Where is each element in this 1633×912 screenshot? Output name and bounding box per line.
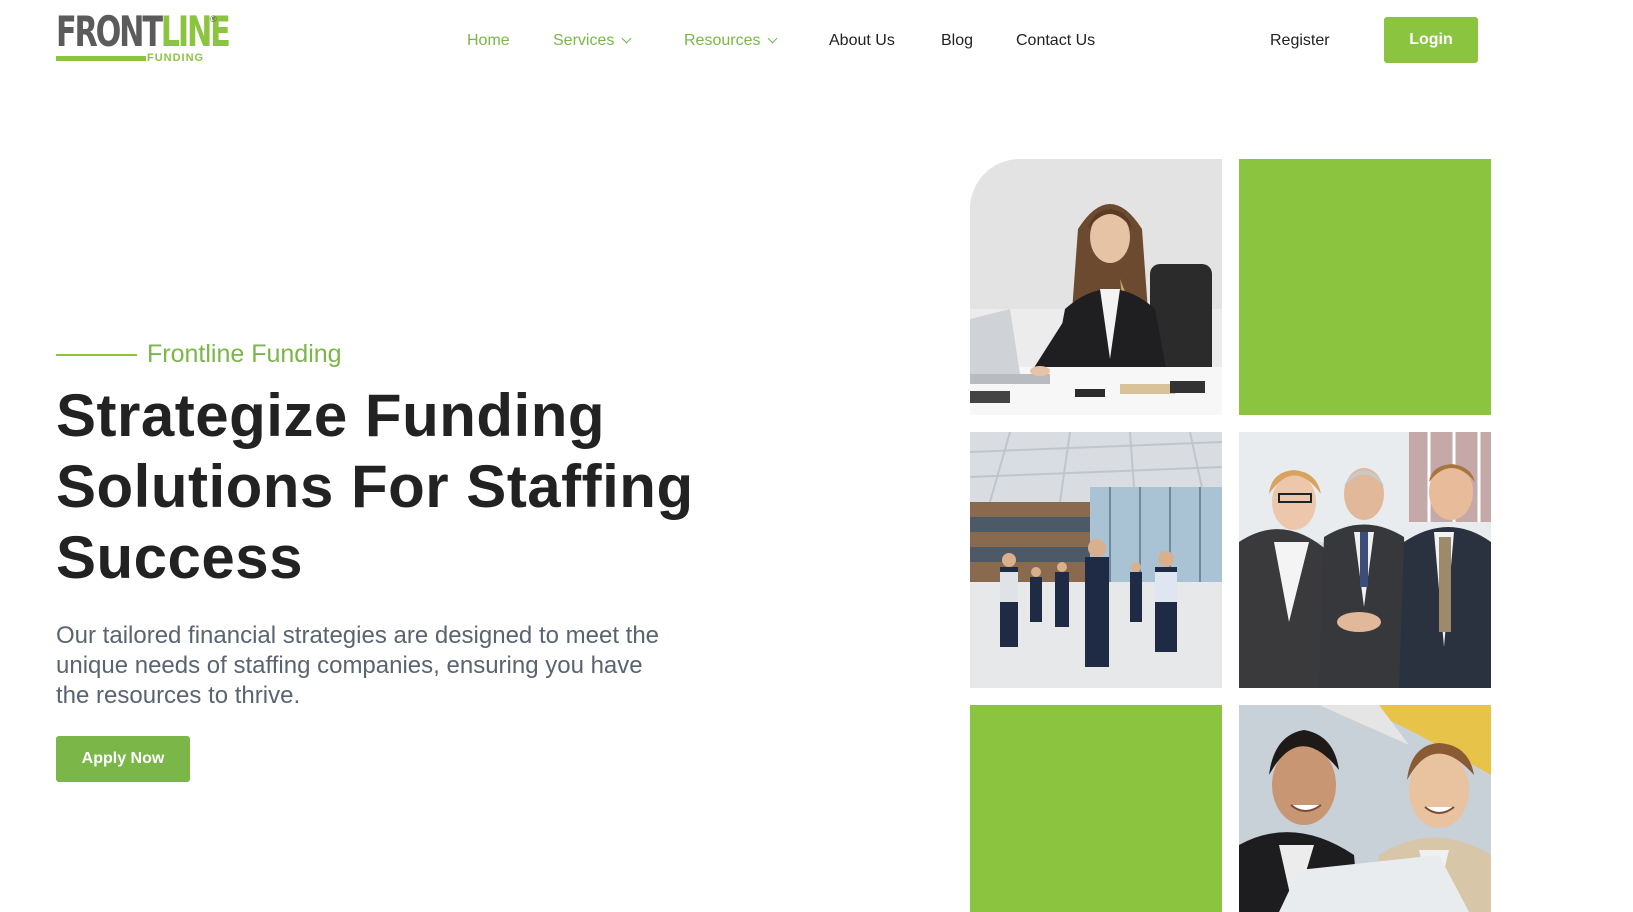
- business-handshake-photo: [1239, 432, 1491, 688]
- businesswoman-at-desk-photo: [970, 159, 1222, 415]
- logo-wordmark: FRONTLINE: [56, 7, 231, 56]
- hero-description: Our tailored financial strategies are de…: [56, 621, 736, 711]
- headline-line: Strategize Funding: [56, 382, 605, 449]
- login-button[interactable]: Login: [1384, 17, 1478, 63]
- description-line: unique needs of staffing companies, ensu…: [56, 652, 643, 679]
- frontline-funding-logo[interactable]: FRONTLINE ® FUNDING: [56, 11, 231, 67]
- team-in-front-of-office-building-photo: [970, 432, 1222, 688]
- headline-line: Solutions For Staffing: [56, 453, 694, 520]
- register-link[interactable]: Register: [1270, 30, 1330, 52]
- apply-now-label: Apply Now: [81, 750, 165, 767]
- login-label: Login: [1409, 31, 1453, 48]
- nav-home-link[interactable]: Home: [467, 30, 510, 52]
- nav-about-label: About Us: [829, 32, 895, 49]
- nav-resources-label: Resources: [684, 32, 761, 49]
- two-men-laughing-at-laptop-photo: [1239, 705, 1491, 912]
- green-accent-tile: [1239, 159, 1491, 415]
- nav-home-label: Home: [467, 32, 510, 49]
- logo-subtitle: FUNDING: [147, 52, 205, 64]
- nav-blog-label: Blog: [941, 32, 974, 49]
- nav-contact-link[interactable]: Contact Us: [1016, 30, 1095, 52]
- nav-blog-link[interactable]: Blog: [941, 30, 973, 52]
- hero-eyebrow: Frontline Funding: [56, 340, 342, 369]
- eyebrow-text: Frontline Funding: [147, 340, 342, 368]
- chevron-down-icon: [621, 33, 632, 44]
- logo-underline-bar: [56, 56, 146, 61]
- nav-contact-label: Contact Us: [1016, 32, 1096, 49]
- description-line: the resources to thrive.: [56, 682, 301, 709]
- chevron-down-icon: [768, 33, 778, 44]
- nav-services-link[interactable]: Services: [553, 30, 632, 52]
- register-label: Register: [1270, 32, 1330, 49]
- nav-services-label: Services: [553, 32, 615, 49]
- logo-registered-mark: ®: [210, 14, 217, 24]
- nav-resources-link[interactable]: Resources: [684, 30, 778, 52]
- headline-line: Success: [56, 524, 304, 591]
- description-line: Our tailored financial strategies are de…: [56, 622, 660, 649]
- eyebrow-divider-line: [56, 353, 137, 356]
- hero-headline: Strategize Funding Solutions For Staffin…: [56, 380, 736, 593]
- apply-now-button[interactable]: Apply Now: [56, 736, 190, 782]
- nav-about-link[interactable]: About Us: [829, 30, 895, 52]
- green-accent-tile: [970, 705, 1222, 912]
